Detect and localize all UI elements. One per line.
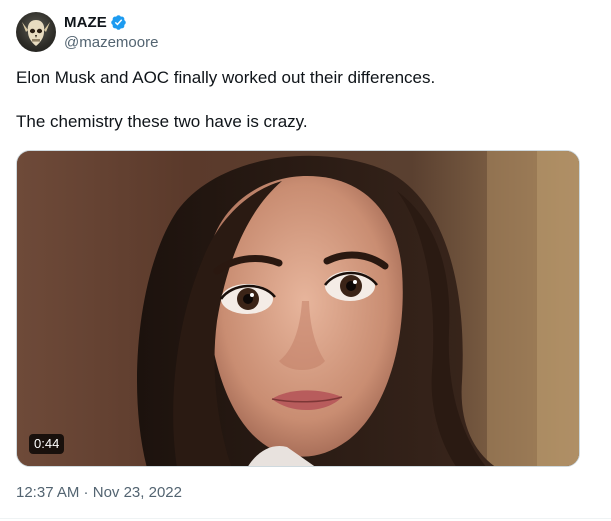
user-block: MAZE @mazemoore bbox=[64, 13, 158, 51]
timestamp-row: 12:37 AM · Nov 23, 2022 bbox=[16, 484, 182, 501]
video-frame-image bbox=[17, 151, 579, 466]
tweet-text-line-2: The chemistry these two have is crazy. bbox=[16, 112, 308, 131]
tweet-text-line-1: Elon Musk and AOC finally worked out the… bbox=[16, 68, 436, 87]
verified-badge-icon[interactable] bbox=[110, 14, 127, 31]
display-name-row: MAZE bbox=[64, 13, 158, 32]
avatar[interactable] bbox=[16, 12, 56, 52]
tweet-time[interactable]: 12:37 AM bbox=[16, 484, 79, 501]
skull-avatar-icon bbox=[22, 20, 50, 46]
tweet-text: Elon Musk and AOC finally worked out the… bbox=[16, 67, 591, 133]
display-name[interactable]: MAZE bbox=[64, 14, 107, 31]
video-duration-badge: 0:44 bbox=[29, 434, 65, 454]
tweet-card: MAZE @mazemoore Elon Musk and AOC finall… bbox=[0, 0, 611, 521]
tweet-date[interactable]: Nov 23, 2022 bbox=[93, 484, 182, 501]
user-handle[interactable]: @mazemoore bbox=[64, 34, 158, 51]
divider bbox=[0, 518, 611, 519]
video-thumbnail[interactable]: 0:44 bbox=[16, 150, 580, 467]
timestamp-separator: · bbox=[79, 484, 93, 501]
